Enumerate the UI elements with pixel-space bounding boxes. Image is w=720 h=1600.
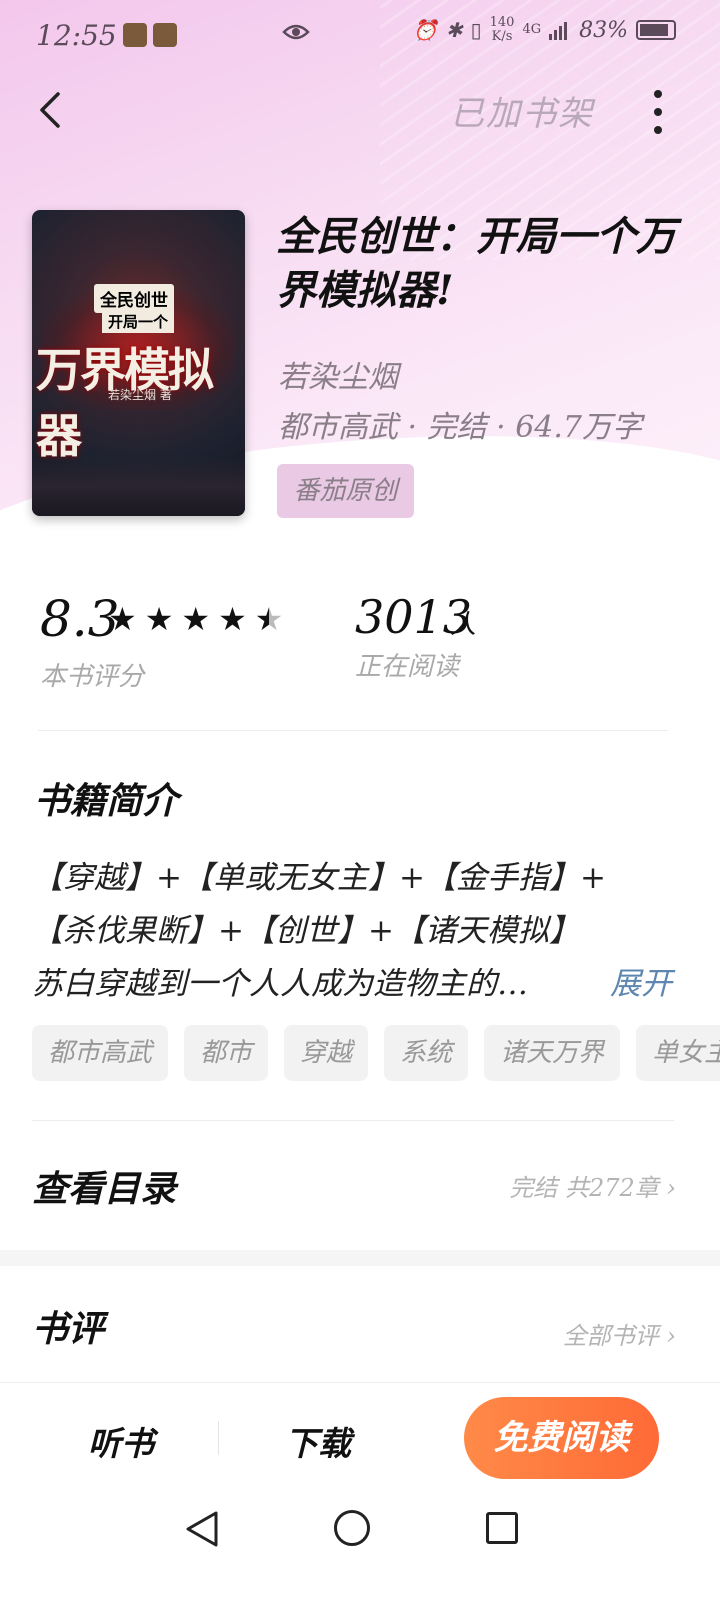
rating-label: 本书评分	[40, 662, 145, 692]
toc-title[interactable]: 查看目录	[32, 1160, 176, 1212]
reader-label: 正在阅读	[355, 652, 460, 682]
battery-icon	[636, 20, 676, 40]
divider	[38, 730, 668, 731]
tag-chip[interactable]: 诸天万界	[484, 1025, 621, 1081]
status-icons: ⏰ ✱ ▯ 140 K/s 4G 83%	[413, 16, 676, 44]
alarm-icon: ⏰	[412, 18, 438, 42]
section-gap	[0, 1250, 720, 1266]
tag-chip[interactable]: 系统	[384, 1025, 469, 1081]
tag-list: 都市高武 都市 穿越 系统 诸天万界 单女主	[32, 1025, 720, 1081]
vibrate-icon: ▯	[470, 18, 482, 42]
intro-title: 书籍简介	[34, 780, 179, 822]
cover-author: 若染尘烟 著	[108, 388, 172, 402]
tag-chip[interactable]: 单女主	[636, 1025, 720, 1081]
cover-city	[32, 456, 245, 516]
chevron-right-icon: ›	[666, 1322, 676, 1350]
nav-home-icon[interactable]	[334, 1510, 370, 1546]
half-star-icon: ★	[254, 600, 284, 638]
system-nav-bar	[0, 1492, 720, 1600]
download-button[interactable]: 下载	[285, 1417, 351, 1465]
tag-chip[interactable]: 都市高武	[32, 1025, 169, 1081]
notification-icon	[122, 23, 147, 47]
bluetooth-icon: ✱	[445, 18, 463, 42]
intro-line: 【杀伐果断】+【创世】+【诸天模拟】	[32, 913, 580, 949]
toc-info-text: 完结 共272章	[509, 1174, 659, 1202]
battery-percent: 83%	[579, 17, 628, 43]
tag-chip[interactable]: 穿越	[284, 1025, 369, 1081]
original-badge: 番茄原创	[277, 464, 414, 518]
star-icon: ★	[181, 600, 211, 638]
nav-back-icon[interactable]	[184, 1510, 220, 1548]
book-author[interactable]: 若染尘烟	[278, 352, 398, 396]
star-icon: ★	[218, 600, 247, 638]
book-title: 全民创世：开局一个万界模拟器!	[276, 213, 676, 314]
all-reviews-link[interactable]: 全部书评 ›	[563, 1316, 676, 1351]
rating-stars: ★ ★ ★ ★ ★	[108, 600, 283, 638]
star-icon: ★	[144, 600, 174, 638]
bottom-action-bar: 听书 下载 免费阅读	[0, 1382, 720, 1492]
status-time: 12:55	[36, 18, 117, 52]
all-reviews-text: 全部书评	[562, 1322, 659, 1350]
book-cover[interactable]: 全民创世 开局一个 万界模拟器 若染尘烟 著	[32, 210, 245, 516]
star-icon: ★	[108, 600, 137, 638]
intro-line: 【穿越】+【单或无女主】+【金手指】+	[32, 860, 606, 896]
chevron-right-icon: ›	[666, 1174, 676, 1202]
more-options-icon[interactable]	[648, 90, 668, 134]
reader-unit: 人	[450, 610, 477, 640]
back-icon[interactable]	[30, 88, 74, 132]
intro-line: 苏白穿越到一个人人成为造物主的…	[32, 966, 528, 1002]
book-meta: 都市高武 · 完结 · 64.7万字	[278, 410, 643, 445]
expand-link[interactable]: 展开	[610, 958, 672, 1003]
net-speed: 140 K/s	[489, 15, 515, 44]
divider	[32, 1120, 674, 1121]
status-bar: 12:55 ⏰ ✱ ▯ 140 K/s 4G 83%	[0, 0, 720, 70]
cover-title-line2: 开局一个	[102, 310, 175, 333]
tag-chip[interactable]: 都市	[184, 1025, 269, 1081]
added-to-shelf-button[interactable]: 已加书架	[450, 86, 594, 135]
divider	[218, 1421, 219, 1455]
nav-recent-icon[interactable]	[486, 1512, 518, 1544]
signal-type: 4G	[522, 22, 542, 37]
signal-icon	[549, 22, 568, 40]
toc-info[interactable]: 完结 共272章 ›	[509, 1168, 676, 1203]
review-title: 书评	[32, 1308, 105, 1350]
eye-comfort-icon	[282, 24, 310, 40]
free-read-button[interactable]: 免费阅读	[464, 1397, 659, 1479]
listen-button[interactable]: 听书	[88, 1417, 154, 1465]
notification-icon	[152, 23, 177, 47]
cover-title-line1: 全民创世	[94, 284, 174, 313]
